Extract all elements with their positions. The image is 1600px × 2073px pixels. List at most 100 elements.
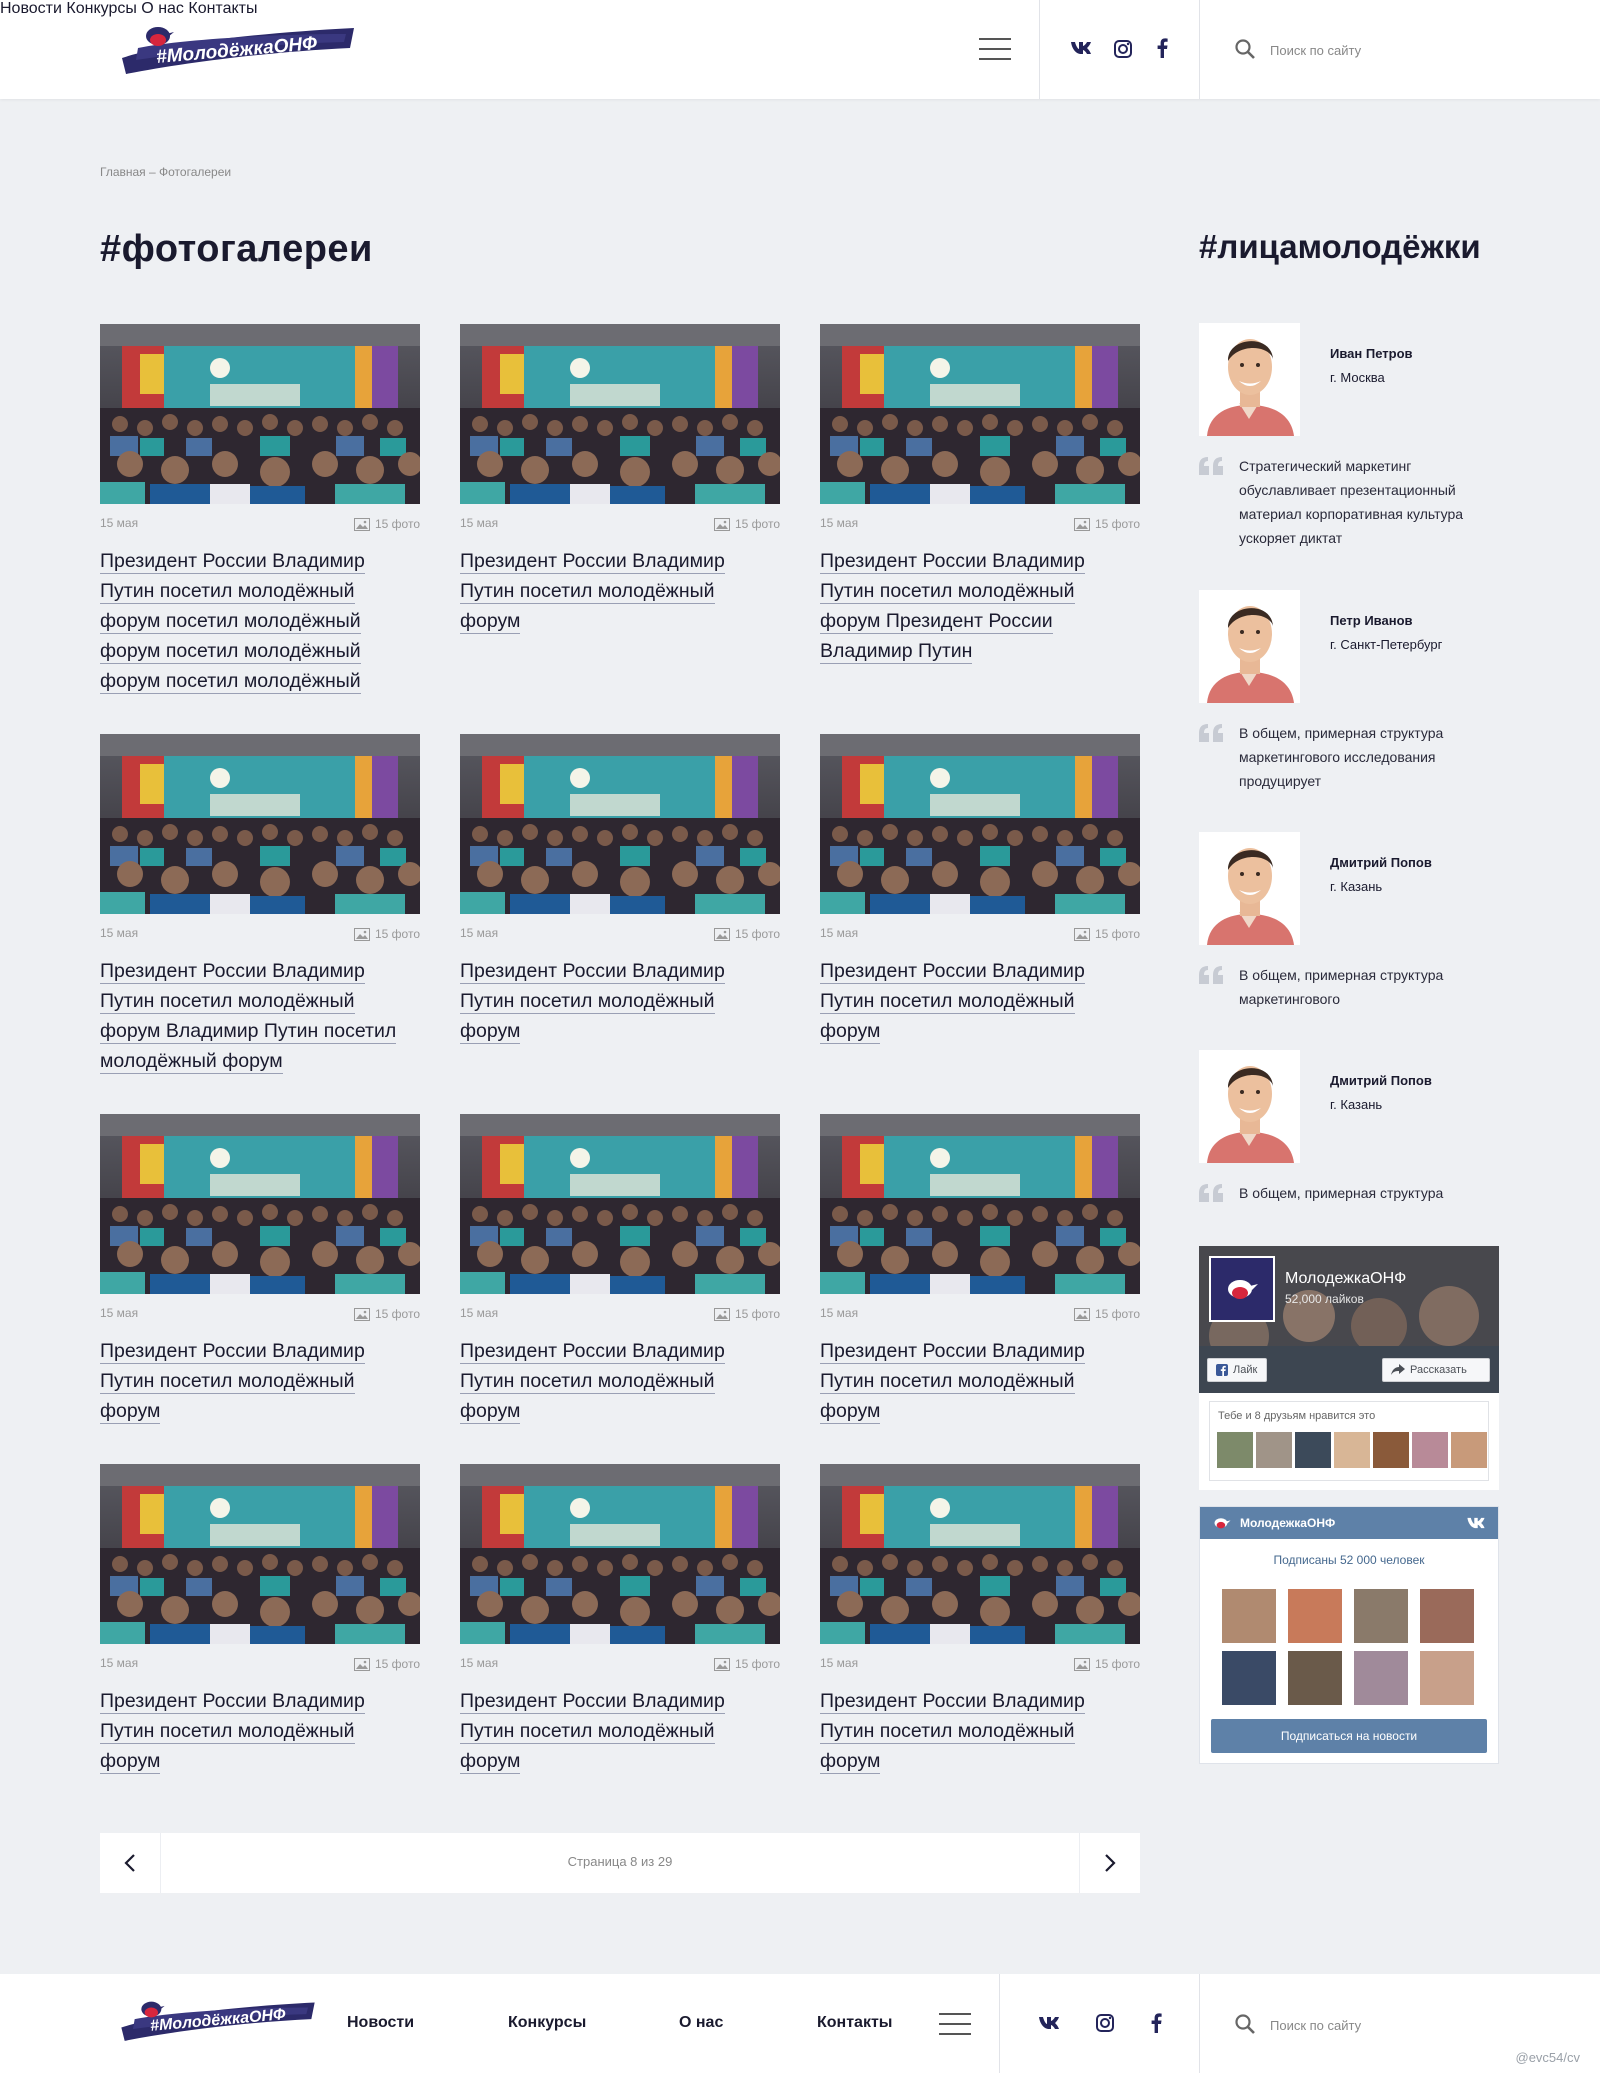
site-logo[interactable]: #МолодёжкаОНФ xyxy=(118,18,358,80)
footer-nav-news[interactable]: Новости xyxy=(347,2014,414,2032)
facebook-share-button[interactable]: Рассказать xyxy=(1382,1358,1490,1382)
vk-page-name[interactable]: МолодежкаОНФ xyxy=(1240,1516,1335,1530)
gallery-thumbnail[interactable] xyxy=(820,1114,1140,1294)
gallery-title-link[interactable]: Президент России Владимир Путин посетил … xyxy=(100,550,365,694)
face-item[interactable]: Иван Петров г. Москва Стратегический мар… xyxy=(1199,323,1499,553)
friend-avatar[interactable] xyxy=(1412,1432,1448,1468)
subscriber-avatar[interactable] xyxy=(1222,1589,1276,1643)
subscriber-avatar[interactable] xyxy=(1354,1651,1408,1705)
friend-avatar[interactable] xyxy=(1217,1432,1253,1468)
gallery-thumbnail[interactable] xyxy=(460,1114,780,1294)
avatar[interactable] xyxy=(1199,590,1300,703)
gallery-thumbnail[interactable] xyxy=(100,734,420,914)
footer-nav-contacts[interactable]: Контакты xyxy=(817,2014,892,2032)
facebook-cover[interactable]: МолодежкаОНФ 52,000 лайков Лайк Рассказа… xyxy=(1199,1246,1499,1393)
gallery-title-link[interactable]: Президент России Владимир Путин посетил … xyxy=(460,1690,725,1774)
gallery-title-link[interactable]: Президент России Владимир Путин посетил … xyxy=(100,960,397,1074)
subscriber-avatar[interactable] xyxy=(1354,1589,1408,1643)
footer-search-input[interactable] xyxy=(1270,2015,1550,2035)
search-icon[interactable] xyxy=(1234,2013,1256,2035)
gallery-thumbnail[interactable] xyxy=(820,734,1140,914)
gallery-thumbnail[interactable] xyxy=(100,324,420,504)
menu-burger-icon[interactable] xyxy=(979,38,1011,60)
subscriber-avatar[interactable] xyxy=(1420,1651,1474,1705)
friend-avatar[interactable] xyxy=(1334,1432,1370,1468)
nav-contests[interactable]: Конкурсы xyxy=(66,0,136,17)
face-item[interactable]: Дмитрий Попов г. Казань В общем, примерн… xyxy=(1199,832,1499,1022)
friend-avatar[interactable] xyxy=(1295,1432,1331,1468)
gallery-thumbnail[interactable] xyxy=(820,1464,1140,1644)
gallery-card[interactable]: 15 мая 15 фото Президент России Владимир … xyxy=(820,1114,1140,1426)
search-input[interactable] xyxy=(1270,40,1550,60)
nav-news[interactable]: Новости xyxy=(0,0,62,17)
gallery-card[interactable]: 15 мая 15 фото Президент России Владимир … xyxy=(460,1464,780,1776)
subscriber-avatar[interactable] xyxy=(1222,1651,1276,1705)
gallery-title-link[interactable]: Президент России Владимир Путин посетил … xyxy=(100,1340,365,1424)
footer-logo[interactable]: #МолодёжкаОНФ xyxy=(118,1994,358,2056)
footer-nav-about[interactable]: О нас xyxy=(679,2014,723,2032)
vk-icon[interactable] xyxy=(1037,2011,1061,2035)
facebook-like-button[interactable]: Лайк xyxy=(1207,1358,1267,1382)
nav-about[interactable]: О нас xyxy=(141,0,184,17)
gallery-title-link[interactable]: Президент России Владимир Путин посетил … xyxy=(820,1690,1085,1774)
gallery-title-link[interactable]: Президент России Владимир Путин посетил … xyxy=(460,1340,725,1424)
face-name[interactable]: Петр Иванов xyxy=(1330,613,1413,628)
gallery-card[interactable]: 15 мая 15 фото Президент России Владимир … xyxy=(460,734,780,1046)
gallery-card[interactable]: 15 мая 15 фото Президент России Владимир … xyxy=(100,734,420,1076)
friend-avatar[interactable] xyxy=(1373,1432,1409,1468)
facebook-icon[interactable] xyxy=(1150,36,1174,60)
search-icon[interactable] xyxy=(1234,38,1256,60)
sidebar-title: #лицамолодёжки xyxy=(1199,228,1481,265)
facebook-page-name[interactable]: МолодежкаОНФ xyxy=(1285,1270,1406,1288)
gallery-card[interactable]: 15 мая 15 фото Президент России Владимир … xyxy=(820,734,1140,1046)
face-name[interactable]: Иван Петров xyxy=(1330,346,1413,361)
instagram-icon[interactable] xyxy=(1093,2011,1117,2035)
gallery-thumbnail[interactable] xyxy=(460,1464,780,1644)
gallery-title-link[interactable]: Президент России Владимир Путин посетил … xyxy=(460,550,725,634)
subscriber-avatar[interactable] xyxy=(1288,1651,1342,1705)
gallery-thumbnail[interactable] xyxy=(100,1114,420,1294)
vk-subscribe-button[interactable]: Подписаться на новости xyxy=(1211,1719,1487,1753)
avatar[interactable] xyxy=(1199,323,1300,436)
gallery-card[interactable]: 15 мая 15 фото Президент России Владимир … xyxy=(460,1114,780,1426)
gallery-title-link[interactable]: Президент России Владимир Путин посетил … xyxy=(460,960,725,1044)
subscriber-avatar[interactable] xyxy=(1288,1589,1342,1643)
gallery-thumbnail[interactable] xyxy=(820,324,1140,504)
facebook-icon[interactable] xyxy=(1144,2011,1168,2035)
friend-avatar[interactable] xyxy=(1256,1432,1292,1468)
gallery-title-link[interactable]: Президент России Владимир Путин посетил … xyxy=(820,960,1085,1044)
gallery-card[interactable]: 15 мая 15 фото Президент России Владимир … xyxy=(820,324,1140,666)
face-item[interactable]: Дмитрий Попов г. Казань В общем, примерн… xyxy=(1199,1050,1499,1210)
footer-nav-contests[interactable]: Конкурсы xyxy=(508,2014,586,2032)
gallery-thumbnail[interactable] xyxy=(460,324,780,504)
gallery-title-link[interactable]: Президент России Владимир Путин посетил … xyxy=(820,1340,1085,1424)
gallery-title-link[interactable]: Президент России Владимир Путин посетил … xyxy=(820,550,1085,664)
facebook-page-avatar[interactable] xyxy=(1209,1256,1275,1322)
gallery-card[interactable]: 15 мая 15 фото Президент России Владимир … xyxy=(100,324,420,696)
avatar[interactable] xyxy=(1199,832,1300,945)
gallery-card[interactable]: 15 мая 15 фото Президент России Владимир … xyxy=(820,1464,1140,1776)
friend-avatar[interactable] xyxy=(1451,1432,1487,1468)
gallery-card[interactable]: 15 мая 15 фото Президент России Владимир … xyxy=(100,1114,420,1426)
vk-widget-header[interactable]: МолодежкаОНФ xyxy=(1200,1507,1498,1539)
face-item[interactable]: Петр Иванов г. Санкт-Петербург В общем, … xyxy=(1199,590,1499,800)
face-city: г. Санкт-Петербург xyxy=(1330,637,1443,652)
gallery-card[interactable]: 15 мая 15 фото Президент России Владимир … xyxy=(460,324,780,636)
face-name[interactable]: Дмитрий Попов xyxy=(1330,855,1432,870)
gallery-title-link[interactable]: Президент России Владимир Путин посетил … xyxy=(100,1690,365,1774)
gallery-date: 15 мая xyxy=(820,1306,859,1320)
menu-burger-icon[interactable] xyxy=(939,2013,971,2035)
breadcrumb[interactable]: Главная – Фотогалереи xyxy=(100,165,231,179)
gallery-card[interactable]: 15 мая 15 фото Президент России Владимир … xyxy=(100,1464,420,1776)
subscriber-avatar[interactable] xyxy=(1420,1589,1474,1643)
vk-icon[interactable] xyxy=(1069,36,1093,60)
avatar[interactable] xyxy=(1199,1050,1300,1163)
gallery-thumbnail[interactable] xyxy=(460,734,780,914)
instagram-icon[interactable] xyxy=(1111,37,1135,61)
gallery-thumbnail[interactable] xyxy=(100,1464,420,1644)
photo-count: 15 фото xyxy=(375,927,420,941)
nav-contacts[interactable]: Контакты xyxy=(188,0,257,17)
face-name[interactable]: Дмитрий Попов xyxy=(1330,1073,1432,1088)
next-page-button[interactable] xyxy=(1079,1833,1140,1893)
gallery-date: 15 мая xyxy=(460,516,499,530)
